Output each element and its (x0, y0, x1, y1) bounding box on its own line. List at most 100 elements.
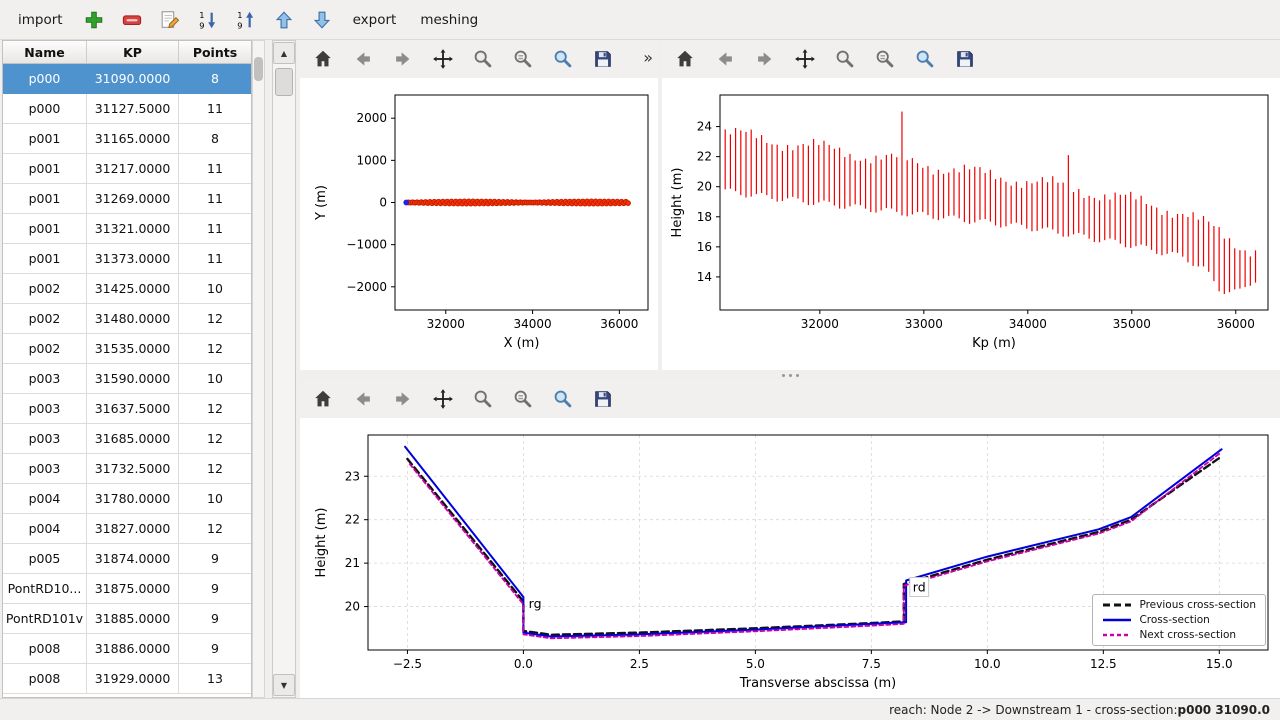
table-row[interactable]: p00331637.500012 (3, 394, 251, 424)
cell-kp[interactable]: 31425.0000 (87, 274, 179, 304)
cell-kp[interactable]: 31929.0000 (87, 664, 179, 694)
table-row[interactable]: p00131165.00008 (3, 124, 251, 154)
forward-button[interactable] (390, 46, 416, 72)
cell-points[interactable]: 12 (179, 304, 251, 334)
cell-points[interactable]: 10 (179, 274, 251, 304)
cell-name[interactable]: p008 (3, 634, 87, 664)
import-button[interactable]: import (8, 4, 73, 36)
add-cross-section-button[interactable] (77, 4, 111, 36)
zoom-rect-button[interactable] (912, 46, 938, 72)
table-row[interactable]: PontRD101v31885.00009 (3, 604, 251, 634)
cell-kp[interactable]: 31827.0000 (87, 514, 179, 544)
zoom-button[interactable] (832, 46, 858, 72)
cell-points[interactable]: 8 (179, 124, 251, 154)
table-row[interactable]: p00331590.000010 (3, 364, 251, 394)
cell-kp[interactable]: 31127.5000 (87, 94, 179, 124)
configure-button[interactable] (510, 386, 536, 412)
cell-kp[interactable]: 31535.0000 (87, 334, 179, 364)
table-row[interactable]: p00331685.000012 (3, 424, 251, 454)
cell-name[interactable]: p003 (3, 364, 87, 394)
cell-name[interactable]: p002 (3, 304, 87, 334)
remove-cross-section-button[interactable] (115, 4, 149, 36)
cell-name[interactable]: p005 (3, 544, 87, 574)
cell-points[interactable]: 9 (179, 634, 251, 664)
cell-points[interactable]: 11 (179, 154, 251, 184)
cell-name[interactable]: PontRD10... (3, 574, 87, 604)
cell-name[interactable]: p003 (3, 394, 87, 424)
cell-name[interactable]: p002 (3, 334, 87, 364)
column-header-kp[interactable]: KP (87, 41, 179, 63)
table-row[interactable]: p00231535.000012 (3, 334, 251, 364)
toolbar-overflow-button[interactable]: » (643, 48, 653, 67)
panel-scrollbar-thumb[interactable] (275, 68, 293, 96)
cell-points[interactable]: 12 (179, 424, 251, 454)
zoom-button[interactable] (470, 46, 496, 72)
back-button[interactable] (350, 386, 376, 412)
zoom-rect-button[interactable] (550, 46, 576, 72)
home-button[interactable] (310, 46, 336, 72)
cell-name[interactable]: p003 (3, 424, 87, 454)
table-row[interactable]: p00231480.000012 (3, 304, 251, 334)
cell-points[interactable]: 12 (179, 454, 251, 484)
cell-points[interactable]: 10 (179, 484, 251, 514)
cell-points[interactable]: 11 (179, 214, 251, 244)
back-button[interactable] (350, 46, 376, 72)
move-down-button[interactable] (305, 4, 339, 36)
forward-button[interactable] (390, 386, 416, 412)
splitter-handle[interactable] (300, 370, 1280, 380)
scroll-up-button[interactable]: ▲ (273, 42, 295, 64)
table-row[interactable]: p00031127.500011 (3, 94, 251, 124)
cell-name[interactable]: p004 (3, 484, 87, 514)
table-row[interactable]: p00831929.000013 (3, 664, 251, 694)
cell-kp[interactable]: 31165.0000 (87, 124, 179, 154)
cell-name[interactable]: p001 (3, 214, 87, 244)
cell-kp[interactable]: 31321.0000 (87, 214, 179, 244)
sort-descending-button[interactable]: 19 (191, 4, 225, 36)
cell-points[interactable]: 8 (179, 64, 251, 94)
cross-section-table[interactable]: NameKPPoints p00031090.00008p00031127.50… (2, 40, 252, 698)
table-row[interactable]: p00431827.000012 (3, 514, 251, 544)
cell-kp[interactable]: 31217.0000 (87, 154, 179, 184)
configure-button[interactable] (872, 46, 898, 72)
back-button[interactable] (712, 46, 738, 72)
cell-kp[interactable]: 31780.0000 (87, 484, 179, 514)
meshing-button[interactable]: meshing (410, 4, 488, 36)
cell-points[interactable]: 11 (179, 184, 251, 214)
table-row[interactable]: p00131321.000011 (3, 214, 251, 244)
column-header-points[interactable]: Points (179, 41, 251, 63)
table-row[interactable]: p00331732.500012 (3, 454, 251, 484)
cross-section-plot-canvas[interactable]: −2.50.02.55.07.510.012.515.020212223Tran… (300, 418, 1280, 698)
panel-scrollbar[interactable]: ▲ ▼ (272, 40, 296, 698)
cell-name[interactable]: p008 (3, 664, 87, 694)
cell-kp[interactable]: 31732.5000 (87, 454, 179, 484)
cell-kp[interactable]: 31875.0000 (87, 574, 179, 604)
edit-cross-section-button[interactable] (153, 4, 187, 36)
cell-name[interactable]: p003 (3, 454, 87, 484)
table-scrollbar-thumb[interactable] (254, 57, 263, 81)
cell-name[interactable]: p001 (3, 154, 87, 184)
cell-points[interactable]: 9 (179, 604, 251, 634)
cell-kp[interactable]: 31874.0000 (87, 544, 179, 574)
home-button[interactable] (310, 386, 336, 412)
longitudinal-plot-canvas[interactable]: 3200033000340003500036000141618202224Kp … (662, 78, 1280, 370)
move-up-button[interactable] (267, 4, 301, 36)
cell-kp[interactable]: 31590.0000 (87, 364, 179, 394)
cell-kp[interactable]: 31090.0000 (87, 64, 179, 94)
cell-points[interactable]: 9 (179, 574, 251, 604)
cell-kp[interactable]: 31480.0000 (87, 304, 179, 334)
cell-name[interactable]: p001 (3, 184, 87, 214)
table-row[interactable]: PontRD10...31875.00009 (3, 574, 251, 604)
table-row[interactable]: p00831886.00009 (3, 634, 251, 664)
cell-points[interactable]: 13 (179, 664, 251, 694)
configure-button[interactable] (510, 46, 536, 72)
cell-points[interactable]: 12 (179, 394, 251, 424)
cell-name[interactable]: p001 (3, 244, 87, 274)
pan-button[interactable] (430, 46, 456, 72)
cell-kp[interactable]: 31886.0000 (87, 634, 179, 664)
table-row[interactable]: p00231425.000010 (3, 274, 251, 304)
zoom-button[interactable] (470, 386, 496, 412)
cell-name[interactable]: p004 (3, 514, 87, 544)
table-row[interactable]: p00131269.000011 (3, 184, 251, 214)
save-button[interactable] (590, 386, 616, 412)
cell-name[interactable]: PontRD101v (3, 604, 87, 634)
